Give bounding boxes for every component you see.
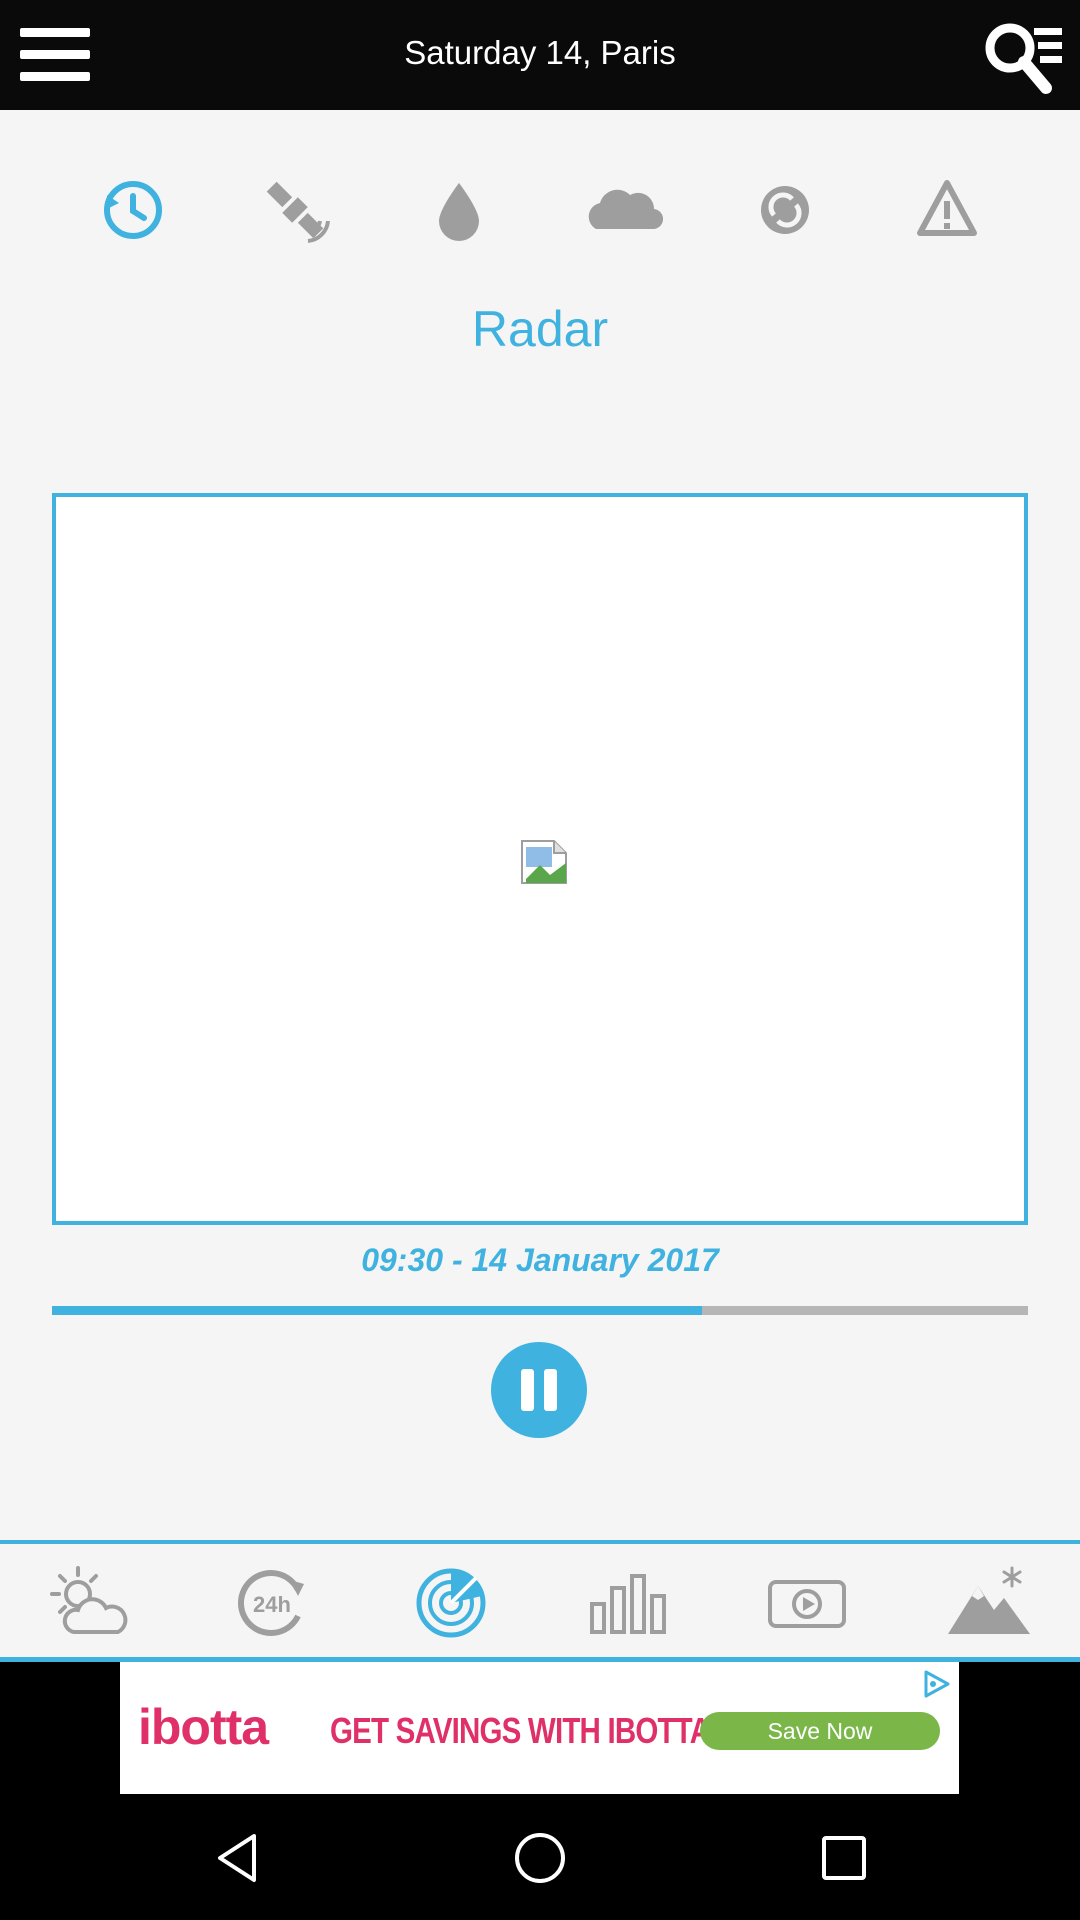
bar-chart-icon[interactable]	[586, 1558, 676, 1648]
pause-button[interactable]	[491, 1342, 587, 1438]
ad-brand: ibotta	[138, 1699, 269, 1755]
ad-text: GET SAVINGS WITH IBOTTA	[330, 1710, 711, 1751]
satellite-icon[interactable]	[250, 165, 340, 255]
main-content: Radar 09:30 - 14 January 2017	[0, 110, 1080, 1540]
warning-icon[interactable]	[902, 165, 992, 255]
top-bar: Saturday 14, Paris	[0, 0, 1080, 110]
mountain-snow-icon[interactable]	[944, 1558, 1034, 1648]
video-play-icon[interactable]	[764, 1558, 854, 1648]
recents-icon[interactable]	[814, 1828, 874, 1888]
broken-image-icon	[520, 839, 568, 885]
radar-icon[interactable]	[406, 1558, 496, 1648]
water-drop-icon[interactable]	[414, 165, 504, 255]
radar-progress-bar[interactable]	[52, 1306, 1028, 1315]
ad-cta-button[interactable]: Save Now	[700, 1712, 940, 1750]
24h-icon[interactable]: 24h	[226, 1558, 316, 1648]
back-icon[interactable]	[208, 1828, 268, 1888]
cloud-icon[interactable]	[578, 165, 668, 255]
pause-icon-bar	[521, 1369, 534, 1411]
pause-icon-bar	[544, 1369, 557, 1411]
radar-image-frame	[52, 493, 1028, 1225]
menu-line	[20, 72, 90, 81]
svg-text:24h: 24h	[253, 1592, 291, 1617]
bottom-tab-bar: 24h	[0, 1540, 1080, 1662]
section-title: Radar	[471, 301, 609, 357]
ad-choices-icon[interactable]	[920, 1668, 952, 1700]
ad-banner-area: ibotta GET SAVINGS WITH IBOTTA Save Now	[0, 1662, 1080, 1796]
sun-cloud-icon[interactable]	[44, 1558, 134, 1648]
radar-progress-fill	[52, 1306, 703, 1315]
category-row	[0, 165, 1080, 255]
home-icon[interactable]	[510, 1828, 570, 1888]
search-list-icon[interactable]	[980, 18, 1064, 98]
page-title: Saturday 14, Paris	[404, 34, 676, 71]
system-nav-bar	[0, 1796, 1080, 1920]
radar-timestamp: 09:30 - 14 January 2017	[361, 1242, 719, 1278]
refresh-icon[interactable]	[740, 165, 830, 255]
history-clock-icon[interactable]	[88, 165, 178, 255]
ad-banner[interactable]: ibotta GET SAVINGS WITH IBOTTA Save Now	[120, 1662, 959, 1794]
